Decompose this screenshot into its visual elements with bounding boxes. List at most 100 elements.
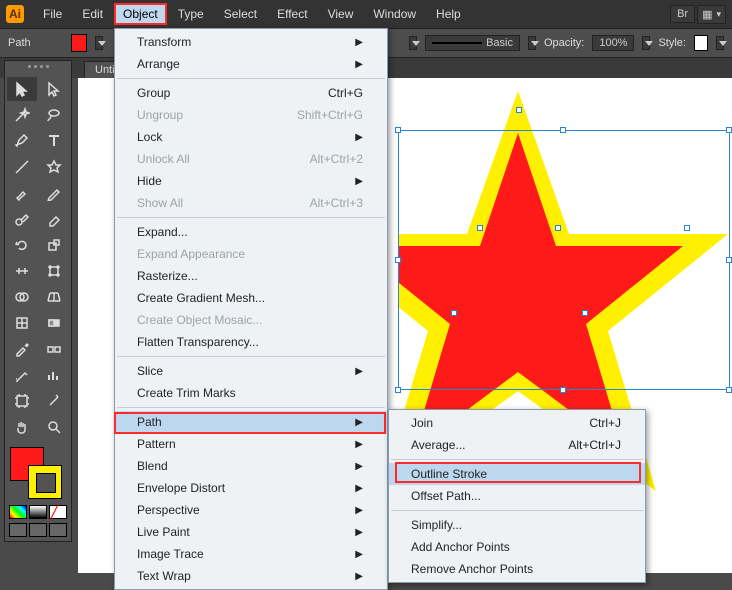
menu-type[interactable]: Type [169, 3, 213, 25]
selection-handle[interactable] [395, 257, 401, 263]
menu-item-envelope-distort[interactable]: Envelope Distort▶ [115, 477, 387, 499]
color-mode[interactable] [9, 505, 27, 519]
menu-object[interactable]: Object [114, 3, 167, 25]
selection-bounding-box [398, 130, 730, 390]
selection-mode-label: Path [8, 37, 31, 49]
pencil-tool[interactable] [39, 181, 69, 205]
anchor-point[interactable] [684, 225, 690, 231]
magic-wand-tool[interactable] [7, 103, 37, 127]
column-graph-tool[interactable] [39, 363, 69, 387]
gradient-tool[interactable] [39, 311, 69, 335]
menu-item-live-paint[interactable]: Live Paint▶ [115, 521, 387, 543]
anchor-point[interactable] [582, 310, 588, 316]
menu-window[interactable]: Window [364, 3, 425, 25]
lasso-tool[interactable] [39, 103, 69, 127]
line-tool[interactable] [7, 155, 37, 179]
zoom-tool[interactable] [39, 415, 69, 439]
selection-handle[interactable] [726, 257, 732, 263]
menu-item-transform[interactable]: Transform▶ [115, 31, 387, 53]
menu-item-hide[interactable]: Hide▶ [115, 170, 387, 192]
anchor-point[interactable] [516, 107, 522, 113]
width-tool[interactable] [7, 259, 37, 283]
menu-file[interactable]: File [34, 3, 71, 25]
menu-view[interactable]: View [319, 3, 363, 25]
submenu-item-average[interactable]: Average...Alt+Ctrl+J [389, 434, 645, 456]
pen-tool[interactable] [7, 129, 37, 153]
menu-item-arrange[interactable]: Arrange▶ [115, 53, 387, 75]
draw-behind-mode[interactable] [29, 523, 47, 537]
fill-stroke-indicator[interactable] [8, 445, 68, 501]
menu-item-text-wrap[interactable]: Text Wrap▶ [115, 565, 387, 587]
menu-item-pattern[interactable]: Pattern▶ [115, 433, 387, 455]
anchor-point[interactable] [477, 225, 483, 231]
submenu-item-remove-anchor-points[interactable]: Remove Anchor Points [389, 558, 645, 580]
selection-handle[interactable] [726, 127, 732, 133]
brush-style[interactable]: Basic [425, 35, 520, 51]
scale-tool[interactable] [39, 233, 69, 257]
slice-tool[interactable] [39, 389, 69, 413]
menu-item-slice[interactable]: Slice▶ [115, 360, 387, 382]
direct-selection-tool[interactable] [39, 77, 69, 101]
style-dropdown[interactable] [716, 36, 724, 50]
menu-edit[interactable]: Edit [73, 3, 112, 25]
menu-item-lock[interactable]: Lock▶ [115, 126, 387, 148]
menu-item-perspective[interactable]: Perspective▶ [115, 499, 387, 521]
menu-item-blend[interactable]: Blend▶ [115, 455, 387, 477]
blend-tool[interactable] [39, 337, 69, 361]
menu-item-flatten-transparency[interactable]: Flatten Transparency... [115, 331, 387, 353]
selection-handle[interactable] [395, 127, 401, 133]
submenu-item-add-anchor-points[interactable]: Add Anchor Points [389, 536, 645, 558]
submenu-item-offset-path[interactable]: Offset Path... [389, 485, 645, 507]
normal-draw-mode[interactable] [9, 523, 27, 537]
arrange-docs-button[interactable]: ▦▾ [697, 5, 726, 24]
selection-handle[interactable] [560, 387, 566, 393]
selection-handle[interactable] [726, 387, 732, 393]
menu-select[interactable]: Select [215, 3, 266, 25]
submenu-item-join[interactable]: JoinCtrl+J [389, 412, 645, 434]
menu-item-create-gradient-mesh[interactable]: Create Gradient Mesh... [115, 287, 387, 309]
anchor-point[interactable] [451, 310, 457, 316]
symbol-sprayer-tool[interactable] [7, 363, 37, 387]
opacity-field[interactable]: 100% [592, 35, 634, 51]
submenu-item-outline-stroke[interactable]: Outline Stroke [389, 463, 645, 485]
fill-swatch[interactable] [71, 34, 87, 52]
path-submenu: JoinCtrl+JAverage...Alt+Ctrl+J Outline St… [388, 409, 646, 583]
menu-item-expand[interactable]: Expand... [115, 221, 387, 243]
blob-brush-tool[interactable] [7, 207, 37, 231]
eyedropper-tool[interactable] [7, 337, 37, 361]
menu-item-create-trim-marks[interactable]: Create Trim Marks [115, 382, 387, 404]
paintbrush-tool[interactable] [7, 181, 37, 205]
selection-handle[interactable] [395, 387, 401, 393]
menu-item-group[interactable]: GroupCtrl+G [115, 82, 387, 104]
bridge-button[interactable]: Br [670, 5, 695, 23]
perspective-grid-tool[interactable] [39, 285, 69, 309]
opacity-dropdown[interactable] [642, 36, 650, 50]
none-mode[interactable]: ╱ [49, 505, 67, 519]
artboard-tool[interactable] [7, 389, 37, 413]
menu-item-rasterize[interactable]: Rasterize... [115, 265, 387, 287]
stroke-color-box[interactable] [28, 465, 62, 499]
brush-dropdown[interactable] [528, 36, 536, 50]
style-swatch[interactable] [694, 35, 708, 51]
selection-tool[interactable] [7, 77, 37, 101]
type-tool[interactable] [39, 129, 69, 153]
menu-effect[interactable]: Effect [268, 3, 316, 25]
anchor-point[interactable] [555, 225, 561, 231]
draw-inside-mode[interactable] [49, 523, 67, 537]
rotate-tool[interactable] [7, 233, 37, 257]
stroke-dropdown[interactable] [409, 36, 417, 50]
mesh-tool[interactable] [7, 311, 37, 335]
panel-grip[interactable] [7, 65, 69, 73]
menu-item-path[interactable]: Path▶ [115, 411, 387, 433]
star-tool[interactable] [39, 155, 69, 179]
shape-builder-tool[interactable] [7, 285, 37, 309]
menu-help[interactable]: Help [427, 3, 470, 25]
gradient-mode[interactable] [29, 505, 47, 519]
fill-dropdown[interactable] [95, 36, 103, 50]
submenu-item-simplify[interactable]: Simplify... [389, 514, 645, 536]
eraser-tool[interactable] [39, 207, 69, 231]
hand-tool[interactable] [7, 415, 37, 439]
menu-item-image-trace[interactable]: Image Trace▶ [115, 543, 387, 565]
free-transform-tool[interactable] [39, 259, 69, 283]
selection-handle[interactable] [560, 127, 566, 133]
